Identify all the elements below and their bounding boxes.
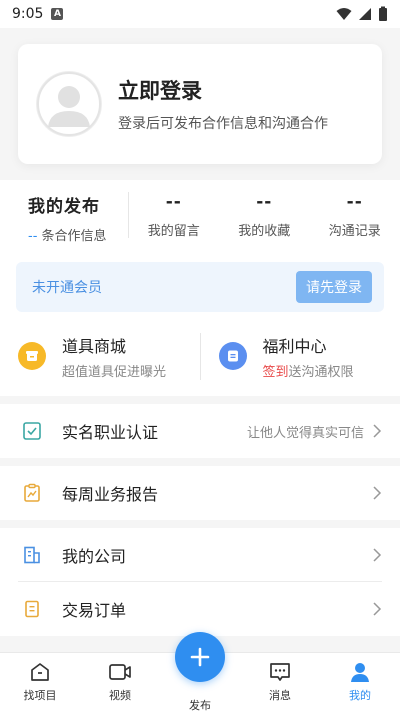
status-time: 9:05 [12,6,44,22]
list-item-my-company[interactable]: 我的公司 [0,528,400,582]
feature-subtitle-rest: 送沟通权限 [288,364,354,380]
tab-messages[interactable]: 消息 [240,653,320,711]
stat-value: 我的发布 [28,197,100,217]
battery-icon [379,6,387,21]
list-item-label: 交易订单 [62,601,127,620]
login-text: 立即登录 登录后可发布合作信息和沟通合作 [118,75,328,133]
login-first-button[interactable]: 请先登录 [296,271,372,303]
feature-title: 道具商城 [62,336,127,356]
status-icons [336,6,388,22]
chevron-right-icon [373,548,382,562]
feature-item-welfare[interactable]: 福利中心 签到送沟通权限 [199,332,400,380]
tab-label: 消息 [269,689,291,702]
tab-label: 我的 [349,689,371,702]
tab-label: 视频 [109,689,131,702]
login-subtitle: 登录后可发布合作信息和沟通合作 [118,116,328,132]
video-icon [109,664,131,680]
list-item-label: 我的公司 [62,547,127,566]
default-avatar-icon [37,72,101,136]
message-icon [270,663,290,681]
login-title[interactable]: 立即登录 [118,75,328,105]
verify-icon [22,421,42,441]
list-item-hint: 让他人觉得真实可信 [246,425,364,441]
signal-icon [359,8,371,20]
shop-icon [18,342,46,370]
user-icon [351,663,369,682]
stat-my-messages[interactable]: -- 我的留言 [129,180,219,250]
stat-label: 沟通记录 [328,224,381,239]
vip-section: 未开通会员 请先登录 [0,250,400,316]
list-item-trade-orders[interactable]: 交易订单 [0,582,400,636]
wifi-icon [336,8,352,20]
home-icon [31,663,49,681]
checkin-text: 签到 [262,364,289,380]
company-icon [22,545,42,565]
stat-my-posts[interactable]: 我的发布 -- 条合作信息 [0,180,128,250]
notification-a-icon: A [51,8,64,20]
list-item-label: 实名职业认证 [62,423,159,442]
tab-find-projects[interactable]: 找项目 [0,653,80,711]
stat-value: -- [346,192,363,212]
feature-subtitle: 超值道具促进曝光 [62,364,167,380]
gift-card-icon [218,342,247,370]
feature-subtitle: 签到送沟通权限 [263,361,354,380]
avatar[interactable] [36,71,102,137]
stat-my-favorites[interactable]: -- 我的收藏 [219,180,309,250]
list-item-label: 每周业务报告 [62,485,159,504]
stat-label-text: 条合作信息 [37,229,107,244]
stat-value: -- [165,192,182,212]
stats-row: 我的发布 -- 条合作信息 -- 我的留言 -- 我的收藏 -- 沟通记录 [0,180,400,250]
tab-mine[interactable]: 我的 [320,653,400,711]
list-item-weekly-report[interactable]: 每周业务报告 [0,466,400,520]
chevron-right-icon [373,424,382,438]
chevron-right-icon [373,486,382,500]
stat-count: -- [28,229,38,244]
stat-value: -- [256,192,273,212]
status-bar: 9:05 A [0,0,400,28]
stat-chat-history[interactable]: -- 沟通记录 [310,180,400,250]
vip-bar: 未开通会员 请先登录 [16,262,384,312]
vip-status: 未开通会员 [32,280,102,296]
stat-label: 我的留言 [147,224,200,239]
report-icon [22,483,42,503]
tab-label: 发布 [189,699,211,711]
tab-label: 找项目 [23,689,57,702]
stat-label: -- 条合作信息 [28,225,128,244]
login-card[interactable]: 立即登录 登录后可发布合作信息和沟通合作 [18,44,382,164]
feature-title: 福利中心 [262,336,327,356]
order-icon [22,599,42,619]
publish-button[interactable] [175,632,225,682]
stat-label: 我的收藏 [238,224,291,239]
chevron-right-icon [373,602,382,616]
list-item-real-name-verification[interactable]: 实名职业认证 让他人觉得真实可信 [0,404,400,458]
tab-video[interactable]: 视频 [80,653,160,711]
feature-item-shop[interactable]: 道具商城 超值道具促进曝光 [0,333,200,380]
features-row: 道具商城 超值道具促进曝光 福利中心 签到送沟通权限 [0,316,400,396]
plus-icon [190,647,210,667]
